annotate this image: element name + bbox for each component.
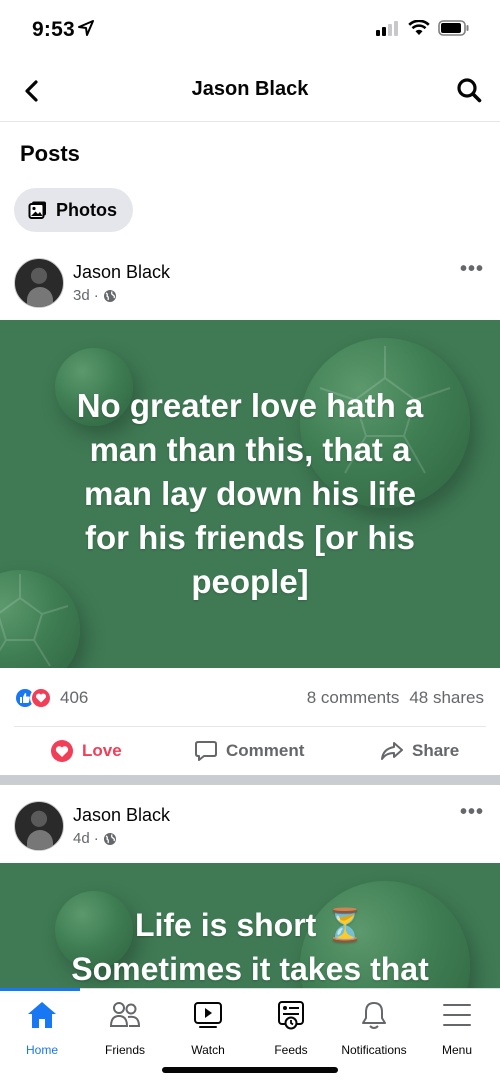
wifi-icon — [408, 20, 430, 35]
tab-label: Home — [25, 1043, 58, 1057]
tab-notifications[interactable]: Notifications — [332, 999, 416, 1057]
quote-line: man than this, that a — [89, 431, 411, 468]
signal-icon — [376, 21, 398, 36]
quote-line: Sometimes it takes that — [71, 951, 429, 987]
post: Jason Black 3d · ••• No greater love hat… — [0, 250, 500, 778]
home-indicator — [162, 1067, 338, 1073]
tab-label: Feeds — [274, 1043, 308, 1057]
globe-icon — [103, 832, 116, 845]
love-label: Love — [82, 741, 122, 760]
feeds-icon — [278, 1001, 304, 1030]
quote-line: people] — [191, 563, 309, 600]
globe-icon — [103, 289, 116, 302]
bell-icon — [362, 1002, 386, 1029]
search-icon — [457, 78, 482, 103]
love-button[interactable]: Love — [50, 739, 122, 763]
post-header: Jason Black 3d · ••• — [0, 250, 500, 320]
post-divider — [0, 775, 500, 785]
post-quote: Life is short ⏳ Sometimes it takes that — [30, 903, 470, 991]
page-title: Jason Black — [191, 78, 309, 100]
tab-feeds[interactable]: Feeds — [249, 999, 333, 1057]
comment-button[interactable]: Comment — [194, 739, 304, 763]
menu-icon — [443, 1004, 471, 1026]
quote-line: Life is short ⏳ — [134, 907, 366, 943]
share-button[interactable]: Share — [380, 739, 459, 763]
post-time[interactable]: 4d — [73, 830, 90, 847]
status-bar: 9:53 — [0, 0, 500, 60]
comments-count[interactable]: 8 comments — [307, 688, 400, 707]
shares-count[interactable]: 48 shares — [409, 688, 484, 707]
post-meta: 4d · — [73, 830, 117, 847]
love-icon — [51, 740, 73, 762]
love-reaction-icon — [30, 687, 52, 709]
more-options-icon[interactable]: ••• — [460, 258, 484, 281]
tab-menu[interactable]: Menu — [415, 999, 499, 1057]
meta-separator: · — [93, 287, 99, 304]
post-quote: No greater love hath a man than this, th… — [30, 384, 470, 604]
post-time[interactable]: 3d — [73, 287, 90, 304]
photos-chip[interactable]: Photos — [14, 188, 133, 232]
photos-icon — [28, 201, 46, 219]
battery-icon — [438, 20, 469, 36]
tab-label: Watch — [191, 1043, 225, 1057]
post-author[interactable]: Jason Black — [73, 805, 170, 826]
post-header: Jason Black 4d · ••• — [0, 793, 500, 863]
section-title: Posts — [20, 141, 80, 166]
comment-label: Comment — [226, 741, 305, 760]
tab-friends[interactable]: Friends — [83, 999, 167, 1057]
meta-separator: · — [93, 830, 99, 847]
tab-label: Notifications — [341, 1043, 407, 1057]
avatar[interactable] — [14, 258, 64, 308]
location-arrow-icon — [78, 20, 94, 36]
share-icon — [381, 742, 403, 760]
more-options-icon[interactable]: ••• — [460, 801, 484, 824]
photos-chip-label: Photos — [56, 199, 117, 220]
post-actions: Love Comment Share — [14, 726, 486, 778]
nav-bar: Jason Black — [0, 60, 500, 122]
home-icon — [28, 1002, 56, 1028]
reactions-bar: 406 8 comments 48 shares — [0, 668, 500, 726]
status-time: 9:53 — [32, 18, 75, 41]
post-meta: 3d · — [73, 287, 117, 304]
comment-icon — [195, 741, 217, 761]
tab-bar: Home Friends Watch Feeds Notifications M… — [0, 988, 500, 1083]
tab-label: Menu — [441, 1043, 473, 1057]
avatar[interactable] — [14, 801, 64, 851]
friends-icon — [109, 1002, 141, 1027]
tab-home[interactable]: Home — [0, 999, 84, 1057]
share-label: Share — [412, 741, 460, 760]
post-author[interactable]: Jason Black — [73, 262, 170, 283]
active-tab-indicator — [0, 988, 80, 991]
reaction-count[interactable]: 406 — [60, 688, 88, 708]
engagement-counts: 8 comments 48 shares — [307, 688, 484, 708]
reaction-icons[interactable] — [14, 687, 52, 709]
tab-label: Friends — [104, 1043, 145, 1057]
quote-line: man lay down his life — [84, 475, 416, 512]
tab-watch[interactable]: Watch — [166, 999, 250, 1057]
search-button[interactable] — [452, 73, 486, 107]
post-image[interactable]: No greater love hath a man than this, th… — [0, 320, 500, 668]
watch-icon — [194, 1002, 222, 1028]
quote-line: No greater love hath a — [76, 387, 424, 424]
quote-line: for his friends [or his — [84, 519, 416, 556]
